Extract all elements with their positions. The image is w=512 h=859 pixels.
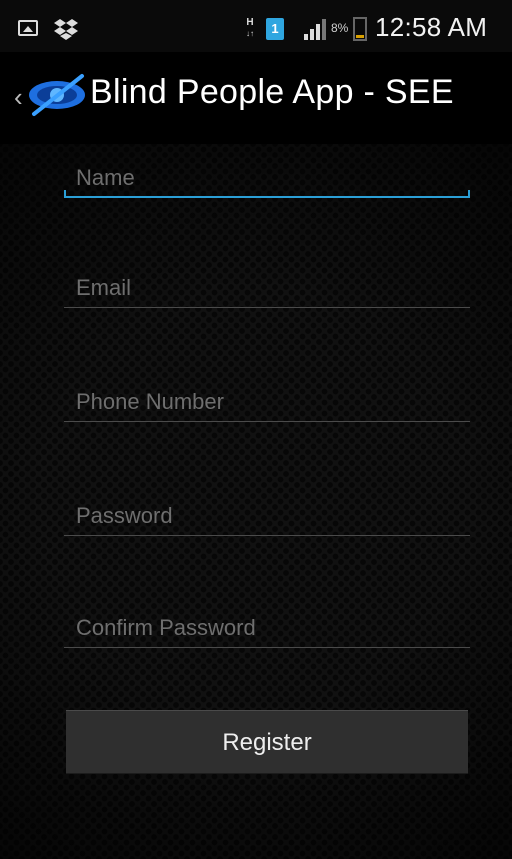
phone-number-placeholder: Phone Number bbox=[76, 389, 224, 414]
chevron-left-icon[interactable]: ‹ bbox=[14, 82, 23, 113]
confirm-password-field[interactable]: Confirm Password bbox=[64, 602, 470, 648]
password-placeholder: Password bbox=[76, 503, 173, 528]
email-underline bbox=[64, 307, 470, 308]
battery-icon bbox=[353, 17, 367, 41]
confirm-password-placeholder: Confirm Password bbox=[76, 615, 256, 640]
sim-card-icon: 1 bbox=[266, 18, 284, 40]
name-placeholder: Name bbox=[76, 165, 135, 190]
app-title: Blind People App - SEE bbox=[90, 73, 454, 111]
email-placeholder: Email bbox=[76, 275, 132, 300]
network-h-icon: H ↓↑ bbox=[246, 17, 254, 38]
register-button[interactable]: Register bbox=[66, 710, 468, 774]
eye-crossed-logo-icon[interactable] bbox=[24, 72, 90, 118]
phone-number-field[interactable]: Phone Number bbox=[64, 376, 470, 422]
clock: 12:58 AM bbox=[375, 12, 488, 42]
password-field[interactable]: Password bbox=[64, 490, 470, 536]
confirm-password-underline bbox=[64, 647, 470, 648]
battery-percent: 8% bbox=[331, 21, 349, 35]
action-bar: ‹ Blind People App - SEE bbox=[0, 52, 512, 144]
email-field[interactable]: Email bbox=[64, 262, 470, 308]
gallery-icon bbox=[18, 20, 38, 36]
status-bar: H ↓↑ 1 8% 12:58 AM bbox=[0, 0, 512, 52]
name-field[interactable]: Name bbox=[64, 152, 470, 198]
name-underline bbox=[64, 190, 470, 198]
dropbox-icon bbox=[54, 19, 78, 40]
password-underline bbox=[64, 535, 470, 536]
signal-icon bbox=[304, 19, 326, 40]
phone-number-underline bbox=[64, 421, 470, 422]
